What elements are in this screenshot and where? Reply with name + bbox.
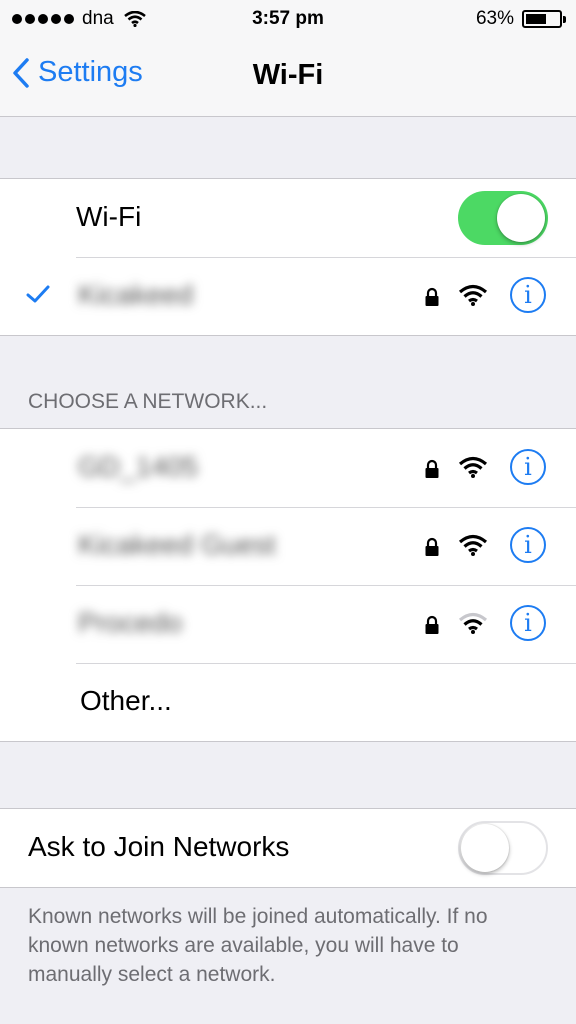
network-name: Kicakeed Guest — [78, 529, 276, 560]
ask-to-join-toggle[interactable] — [458, 821, 548, 875]
page-title: Wi-Fi — [252, 59, 324, 91]
toggle-knob — [461, 824, 509, 872]
wifi-signal-icon — [458, 456, 488, 478]
battery-percent: 63% — [475, 8, 514, 29]
network-row[interactable]: Procedo i — [0, 585, 576, 663]
wifi-signal-icon — [458, 284, 488, 306]
ask-to-join-label: Ask to Join Networks — [28, 831, 290, 862]
toggle-knob — [497, 194, 545, 242]
wifi-label: Wi-Fi — [76, 201, 142, 232]
lock-icon — [425, 615, 439, 634]
wifi-signal-icon — [458, 534, 488, 556]
ask-to-join-group: Ask to Join Networks — [0, 808, 576, 888]
network-row[interactable]: Kicakeed Guest i — [0, 507, 576, 585]
other-label: Other... — [80, 685, 172, 716]
networks-group: GD_1405 i Kicakeed Guest i Procedo i Oth… — [0, 428, 576, 742]
status-right: 63% — [475, 8, 566, 30]
ask-to-join-row: Ask to Join Networks — [0, 809, 576, 887]
other-network-row[interactable]: Other... — [0, 663, 576, 741]
battery-icon — [522, 10, 566, 28]
network-row[interactable]: GD_1405 i — [0, 429, 576, 507]
connected-network-row[interactable]: Kicakeed i — [0, 257, 576, 335]
nav-bar: Settings Wi-Fi — [0, 38, 576, 117]
network-name: Procedo — [78, 607, 183, 638]
battery-level — [526, 14, 547, 24]
lock-icon — [425, 287, 439, 306]
info-button[interactable]: i — [510, 277, 546, 313]
wifi-signal-icon — [458, 612, 488, 634]
wifi-toggle-row: Wi-Fi — [0, 179, 576, 257]
info-button[interactable]: i — [510, 605, 546, 641]
checkmark-icon — [26, 285, 50, 303]
wifi-toggle[interactable] — [458, 191, 548, 245]
connected-network-name: Kicakeed — [78, 279, 194, 310]
footer-description: Known networks will be joined automatica… — [28, 905, 488, 986]
lock-icon — [425, 459, 439, 478]
info-button[interactable]: i — [510, 449, 546, 485]
info-button[interactable]: i — [510, 527, 546, 563]
network-name: GD_1405 — [78, 451, 198, 482]
lock-icon — [425, 537, 439, 556]
choose-network-header: CHOOSE A NETWORK... — [28, 390, 268, 413]
status-bar: dna 3:57 pm 63% — [0, 0, 576, 38]
wifi-group: Wi-Fi Kicakeed i — [0, 178, 576, 336]
